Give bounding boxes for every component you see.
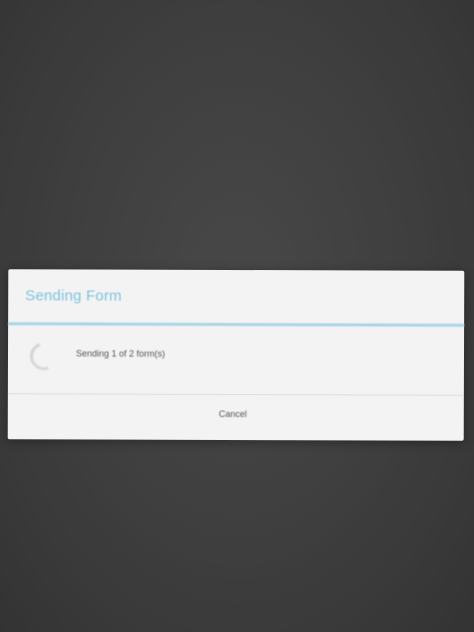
- dialog-title: Sending Form: [25, 287, 122, 305]
- cancel-button[interactable]: Cancel: [178, 398, 288, 430]
- spinner-icon: [25, 337, 63, 375]
- sending-form-dialog: Sending Form Sending 1 of 2 form(s) Canc…: [7, 269, 465, 441]
- button-divider: [7, 393, 464, 396]
- title-divider: [8, 322, 465, 327]
- progress-message: Sending 1 of 2 form(s): [75, 348, 166, 359]
